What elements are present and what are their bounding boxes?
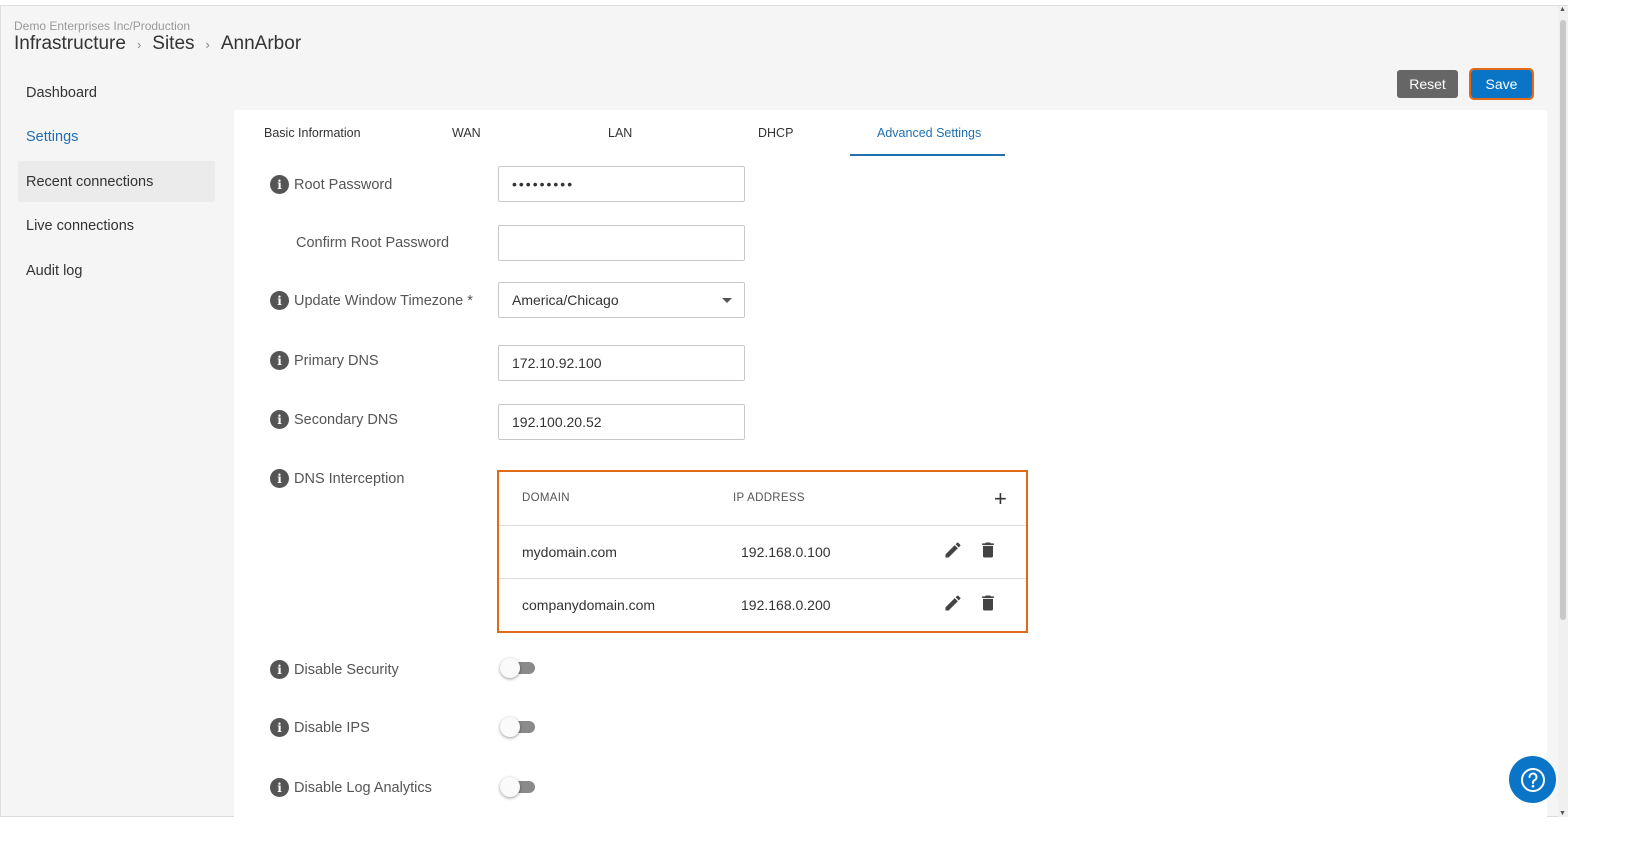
- scroll-up-icon[interactable]: ▲: [1559, 6, 1566, 13]
- disable-ips-label-text: Disable IPS: [294, 719, 370, 736]
- timezone-label: i Update Window Timezone *: [270, 291, 473, 310]
- org-path: Demo Enterprises Inc/Production: [14, 19, 191, 33]
- trash-icon[interactable]: [978, 593, 998, 613]
- domain-cell: mydomain.com: [522, 544, 617, 560]
- secondary-dns-label: i Secondary DNS: [270, 410, 398, 429]
- ip-column-header: IP ADDRESS: [733, 492, 805, 504]
- timezone-value: America/Chicago: [512, 292, 619, 308]
- tab-lan[interactable]: LAN: [608, 126, 632, 140]
- confirm-root-password-field[interactable]: [498, 225, 745, 261]
- active-tab-indicator: [850, 154, 1005, 156]
- dns-interception-label: i DNS Interception: [270, 469, 404, 488]
- sidebar-item-recent-connections[interactable]: Recent connections: [18, 161, 215, 202]
- disable-log-analytics-label: i Disable Log Analytics: [270, 778, 432, 797]
- tab-bar: Basic Information WAN LAN DHCP Advanced …: [234, 110, 1034, 156]
- help-button[interactable]: [1509, 756, 1556, 803]
- dns-interception-label-text: DNS Interception: [294, 470, 405, 487]
- domain-cell: companydomain.com: [522, 597, 656, 613]
- sidebar-item-live-connections[interactable]: Live connections: [18, 206, 215, 247]
- root-password-label: i Root Password: [270, 175, 392, 194]
- breadcrumb-separator: ›: [205, 36, 210, 52]
- disable-security-label-text: Disable Security: [294, 661, 399, 678]
- domain-column-header: DOMAIN: [522, 492, 570, 504]
- timezone-label-text: Update Window Timezone *: [294, 292, 473, 309]
- table-row: companydomain.com 192.168.0.200: [499, 578, 1026, 631]
- tab-advanced-settings[interactable]: Advanced Settings: [877, 126, 981, 140]
- sidebar: Dashboard Settings Recent connections Li…: [18, 72, 215, 295]
- save-button[interactable]: Save: [1469, 68, 1534, 100]
- ip-cell: 192.168.0.100: [741, 544, 831, 560]
- scroll-down-icon[interactable]: ▼: [1559, 810, 1566, 817]
- secondary-dns-field[interactable]: 192.100.20.52: [498, 404, 745, 440]
- primary-dns-value: 172.10.92.100: [512, 355, 602, 371]
- info-icon[interactable]: i: [270, 351, 289, 370]
- settings-panel: Basic Information WAN LAN DHCP Advanced …: [234, 110, 1547, 830]
- disable-log-analytics-toggle[interactable]: [500, 777, 536, 797]
- breadcrumb-annarbor: AnnArbor: [220, 33, 302, 54]
- sidebar-item-dashboard[interactable]: Dashboard: [18, 72, 215, 113]
- breadcrumb-infrastructure[interactable]: Infrastructure: [14, 33, 126, 55]
- primary-dns-label: i Primary DNS: [270, 351, 379, 370]
- chevron-down-icon: [722, 298, 732, 303]
- secondary-dns-label-text: Secondary DNS: [294, 411, 398, 428]
- ip-cell: 192.168.0.200: [741, 597, 831, 613]
- tab-dhcp[interactable]: DHCP: [758, 126, 793, 140]
- info-icon[interactable]: i: [270, 660, 289, 679]
- info-icon[interactable]: i: [270, 718, 289, 737]
- breadcrumb-separator: ›: [136, 36, 142, 52]
- primary-dns-field[interactable]: 172.10.92.100: [498, 345, 745, 381]
- sidebar-item-settings[interactable]: Settings: [18, 117, 215, 158]
- pencil-icon[interactable]: [943, 593, 963, 613]
- dns-interception-table: DOMAIN IP ADDRESS + mydomain.com 192.168…: [497, 470, 1028, 633]
- breadcrumb-sites[interactable]: Sites: [152, 33, 194, 55]
- timezone-select[interactable]: America/Chicago: [498, 282, 745, 318]
- secondary-dns-value: 192.100.20.52: [512, 414, 602, 430]
- confirm-root-password-label: Confirm Root Password: [296, 235, 450, 251]
- root-password-label-text: Root Password: [294, 176, 393, 193]
- breadcrumb: Infrastructure › Sites › AnnArbor: [14, 33, 301, 55]
- toggle-knob: [500, 658, 520, 678]
- toggle-knob: [500, 717, 520, 737]
- help-icon: [1520, 767, 1545, 792]
- tab-basic-information[interactable]: Basic Information: [264, 126, 361, 140]
- plus-icon[interactable]: +: [994, 488, 1007, 510]
- tab-wan[interactable]: WAN: [452, 126, 481, 140]
- sidebar-item-audit-log[interactable]: Audit log: [18, 250, 215, 291]
- info-icon[interactable]: i: [270, 778, 289, 797]
- toggle-knob: [500, 777, 520, 797]
- root-password-field[interactable]: •••••••••: [498, 166, 745, 202]
- disable-security-label: i Disable Security: [270, 660, 399, 679]
- trash-icon[interactable]: [978, 540, 998, 560]
- primary-dns-label-text: Primary DNS: [294, 352, 379, 369]
- info-icon[interactable]: i: [270, 469, 289, 488]
- scrollbar-thumb[interactable]: [1560, 20, 1566, 620]
- info-icon[interactable]: i: [270, 291, 289, 310]
- reset-button[interactable]: Reset: [1397, 70, 1458, 98]
- pencil-icon[interactable]: [943, 540, 963, 560]
- info-icon[interactable]: i: [270, 410, 289, 429]
- disable-ips-toggle[interactable]: [500, 717, 536, 737]
- page-scrollbar[interactable]: ▲ ▼: [1558, 6, 1568, 817]
- disable-log-analytics-label-text: Disable Log Analytics: [294, 779, 432, 796]
- disable-security-toggle[interactable]: [500, 658, 536, 678]
- disable-ips-label: i Disable IPS: [270, 718, 370, 737]
- table-row: mydomain.com 192.168.0.100: [499, 525, 1026, 578]
- root-password-value: •••••••••: [512, 176, 575, 192]
- app-frame: Demo Enterprises Inc/Production Infrastr…: [0, 5, 1568, 830]
- info-icon[interactable]: i: [270, 175, 289, 194]
